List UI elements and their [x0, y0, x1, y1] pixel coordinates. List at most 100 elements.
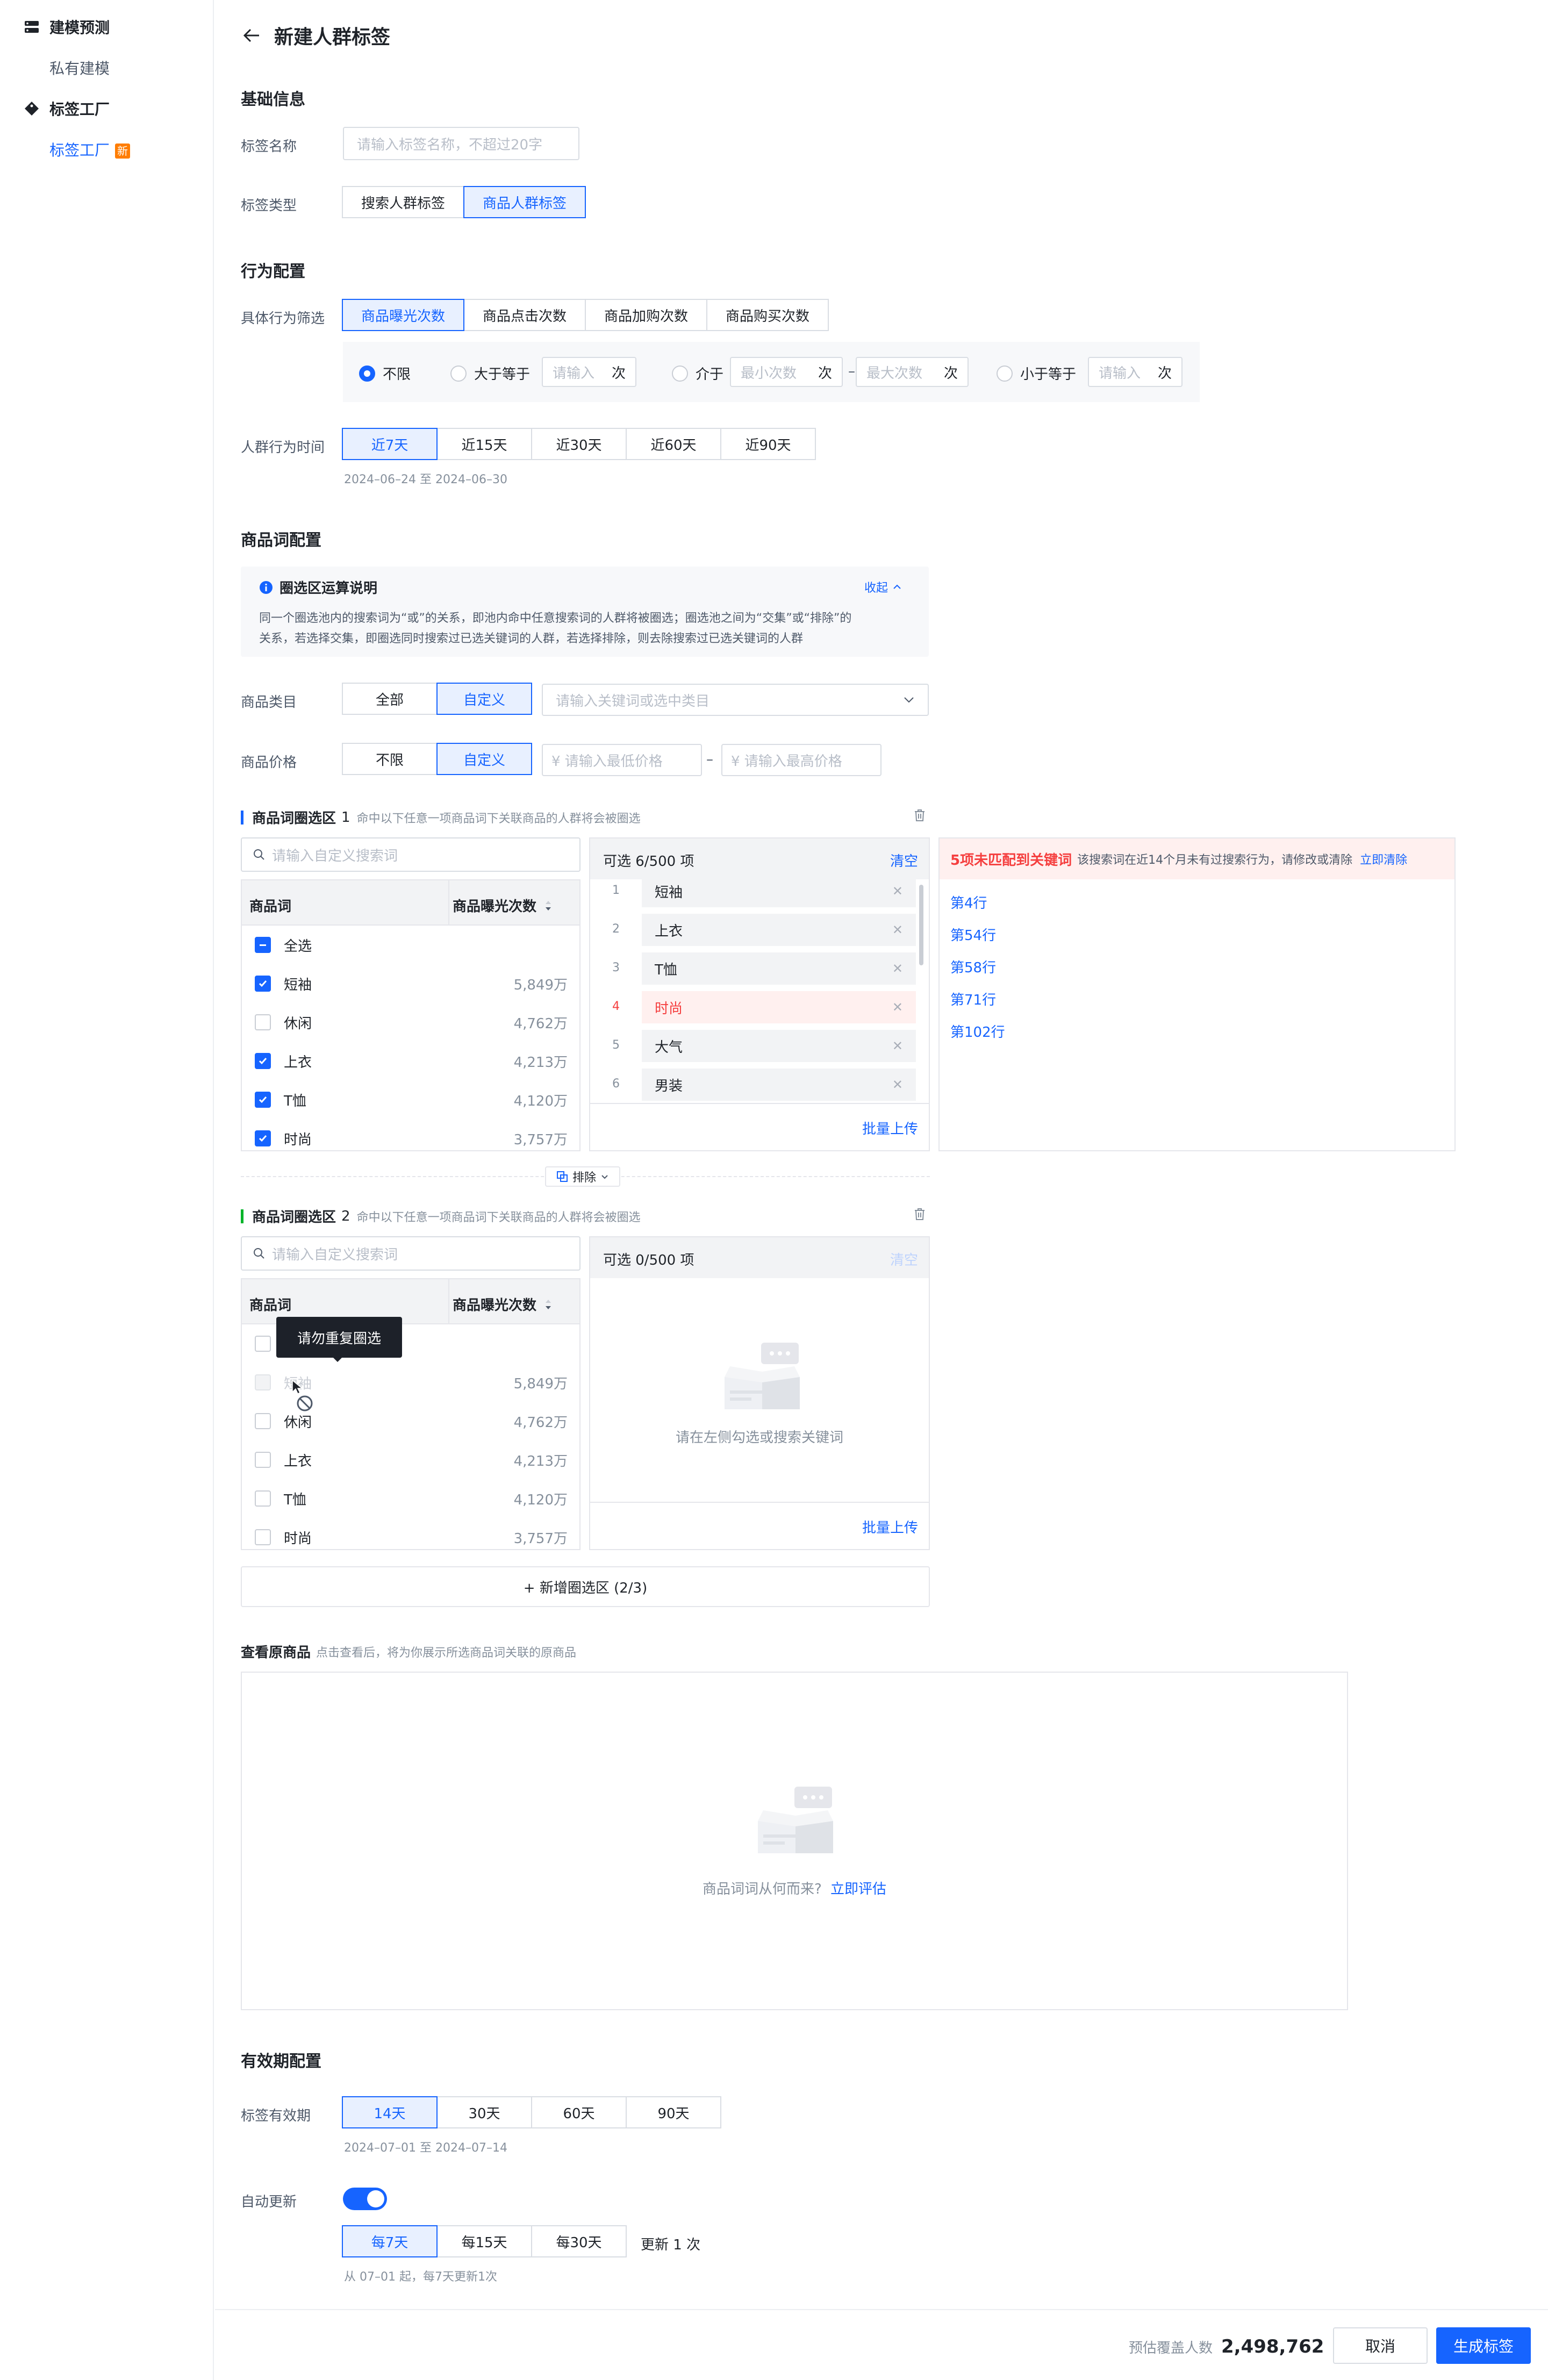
evaluate-link[interactable]: 立即评估: [830, 1881, 886, 1897]
section-title-behavior: 行为配置: [241, 262, 305, 281]
period-30d[interactable]: 30天: [436, 2096, 532, 2128]
table-row[interactable]: 时尚 3,757万: [242, 1518, 579, 1549]
select-all-checkbox[interactable]: [255, 937, 271, 953]
table-row[interactable]: 短袖 5,849万: [242, 964, 579, 1003]
row-checkbox[interactable]: [255, 1336, 271, 1352]
price-min-input[interactable]: ¥ 请输入最低价格: [542, 744, 702, 776]
filter-exposure[interactable]: 商品曝光次数: [342, 299, 464, 331]
clear-now-link[interactable]: 立即清除: [1360, 850, 1407, 868]
sidebar-item-private-modeling[interactable]: 私有建模: [49, 57, 110, 78]
row-checkbox[interactable]: [255, 1014, 271, 1030]
filter-cart[interactable]: 商品加购次数: [585, 299, 707, 331]
time-90d[interactable]: 近90天: [720, 428, 816, 460]
time-15d[interactable]: 近15天: [436, 428, 532, 460]
close-icon[interactable]: ✕: [892, 1000, 903, 1015]
time-7d[interactable]: 近7天: [342, 428, 438, 460]
row-checkbox[interactable]: [255, 1053, 271, 1069]
zone2-search-input[interactable]: 请输入自定义搜索词: [241, 1236, 580, 1271]
price-max-input[interactable]: ¥ 请输入最高价格: [721, 744, 882, 776]
close-icon[interactable]: ✕: [892, 884, 903, 899]
time-30d[interactable]: 近30天: [531, 428, 627, 460]
row-checkbox[interactable]: [255, 1130, 271, 1146]
sidebar-group-tag-factory[interactable]: 标签工厂: [24, 98, 110, 119]
zone1-table-header: 商品词 商品曝光次数: [242, 880, 579, 926]
period-60d[interactable]: 60天: [531, 2096, 627, 2128]
row-checkbox[interactable]: [255, 1413, 271, 1429]
close-icon[interactable]: ✕: [892, 1077, 903, 1092]
zone1-title: 商品词圈选区: [252, 811, 336, 827]
frequency-suffix: 更新 1 次: [641, 2237, 701, 2253]
error-row-link[interactable]: 第71行: [950, 989, 996, 1009]
sidebar-group-modeling[interactable]: 建模预测: [24, 16, 110, 38]
table-row[interactable]: 上衣 4,213万: [242, 1042, 579, 1080]
radio-unlimited[interactable]: 不限: [359, 363, 411, 383]
tag-name-input[interactable]: 请输入标签名称，不超过20字: [343, 127, 579, 160]
gte-input[interactable]: 请输入次: [542, 357, 636, 387]
category-all[interactable]: 全部: [342, 683, 438, 715]
close-icon[interactable]: ✕: [892, 1038, 903, 1053]
close-icon[interactable]: ✕: [892, 922, 903, 937]
max-count-input[interactable]: 最大次数次: [856, 357, 969, 387]
col-exposure-header[interactable]: 商品曝光次数: [453, 895, 553, 915]
cancel-button[interactable]: 取消: [1333, 2327, 1428, 2364]
category-select[interactable]: 请输入关键词或选中类目: [542, 684, 929, 716]
empty-box-icon: [714, 1339, 811, 1417]
filter-purchase[interactable]: 商品购买次数: [706, 299, 829, 331]
error-row-link[interactable]: 第58行: [950, 957, 996, 977]
error-row-link[interactable]: 第4行: [950, 892, 987, 912]
arrow-left-icon[interactable]: [242, 26, 261, 45]
batch-upload-button[interactable]: 批量上传: [862, 1517, 918, 1537]
radio-between[interactable]: 介于: [672, 363, 723, 383]
freq-30d[interactable]: 每30天: [531, 2225, 627, 2257]
sidebar-item-tag-factory[interactable]: 标签工厂新: [49, 139, 131, 160]
trash-icon[interactable]: [913, 1207, 927, 1223]
filter-click[interactable]: 商品点击次数: [463, 299, 586, 331]
period-90d[interactable]: 90天: [626, 2096, 721, 2128]
freq-15d[interactable]: 每15天: [436, 2225, 532, 2257]
zone2-desc: 命中以下任意一项商品词下关联商品的人群将会被圈选: [356, 1210, 641, 1224]
table-row[interactable]: 上衣 4,213万: [242, 1440, 579, 1479]
trash-icon[interactable]: [913, 808, 927, 825]
table-row[interactable]: T恤 4,120万: [242, 1080, 579, 1119]
price-unlimited[interactable]: 不限: [342, 743, 438, 775]
time-60d[interactable]: 近60天: [626, 428, 721, 460]
category-custom[interactable]: 自定义: [436, 683, 532, 715]
period-14d[interactable]: 14天: [342, 2096, 438, 2128]
info-collapse-button[interactable]: 收起: [864, 578, 902, 596]
add-zone-button[interactable]: + 新增圈选区 (2/3): [241, 1566, 930, 1607]
scrollbar[interactable]: [919, 885, 923, 965]
submit-button[interactable]: 生成标签: [1436, 2327, 1531, 2364]
page-title: 新建人群标签: [274, 26, 391, 48]
tag-type-search[interactable]: 搜索人群标签: [342, 186, 464, 218]
row-checkbox[interactable]: [255, 1529, 271, 1545]
sort-icon[interactable]: [544, 1297, 553, 1311]
lte-input[interactable]: 请输入次: [1088, 357, 1182, 387]
sort-icon[interactable]: [544, 899, 553, 913]
table-row[interactable]: 休闲 4,762万: [242, 1402, 579, 1440]
auto-update-toggle[interactable]: [343, 2188, 387, 2210]
table-row[interactable]: T恤 4,120万: [242, 1479, 579, 1518]
close-icon[interactable]: ✕: [892, 961, 903, 976]
clear-button[interactable]: 清空: [890, 850, 918, 870]
radio-lte[interactable]: 小于等于: [997, 363, 1076, 383]
row-checkbox[interactable]: [255, 1490, 271, 1507]
batch-upload-button[interactable]: 批量上传: [862, 1118, 918, 1138]
tag-type-product[interactable]: 商品人群标签: [463, 186, 586, 218]
freq-7d[interactable]: 每7天: [342, 2225, 438, 2257]
col-exposure-header[interactable]: 商品曝光次数: [453, 1294, 553, 1314]
zone1-search-input[interactable]: 请输入自定义搜索词: [241, 837, 580, 872]
row-checkbox[interactable]: [255, 976, 271, 992]
select-all-row[interactable]: 全选: [242, 926, 579, 964]
table-row[interactable]: 时尚 3,757万: [242, 1119, 579, 1150]
error-row-link[interactable]: 第54行: [950, 924, 996, 944]
table-row[interactable]: 休闲 4,762万: [242, 1003, 579, 1042]
radio-gte[interactable]: 大于等于: [450, 363, 530, 383]
operator-select[interactable]: 排除: [545, 1166, 620, 1187]
error-row-link[interactable]: 第102行: [950, 1021, 1005, 1041]
list-item: 男装 ✕: [642, 1069, 916, 1101]
price-custom[interactable]: 自定义: [436, 743, 532, 775]
min-count-input[interactable]: 最小次数次: [730, 357, 843, 387]
clear-button[interactable]: 清空: [890, 1249, 918, 1269]
row-checkbox[interactable]: [255, 1452, 271, 1468]
row-checkbox[interactable]: [255, 1092, 271, 1108]
